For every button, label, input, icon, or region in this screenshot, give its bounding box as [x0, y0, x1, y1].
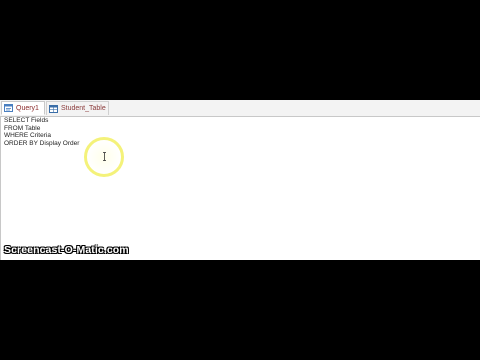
sql-editor[interactable]: SELECT Fields FROM Table WHERE Criteria … [0, 117, 480, 260]
screencast-watermark: Screencast-O-Matic.com [4, 244, 129, 256]
sql-line: ORDER BY Display Order [4, 139, 80, 147]
table-icon [49, 104, 58, 113]
query-icon [4, 104, 13, 112]
tab-query1[interactable]: Query1 [1, 101, 45, 115]
tab-label: Student_Table [61, 105, 106, 112]
tab-label: Query1 [16, 104, 39, 112]
access-window: Query1 Student_Table SELECT Fields FROM … [0, 100, 480, 260]
tab-student-table[interactable]: Student_Table [46, 101, 109, 115]
video-frame: Query1 Student_Table SELECT Fields FROM … [0, 0, 480, 360]
text-cursor-icon [103, 152, 106, 161]
document-tab-bar: Query1 Student_Table [0, 100, 480, 117]
